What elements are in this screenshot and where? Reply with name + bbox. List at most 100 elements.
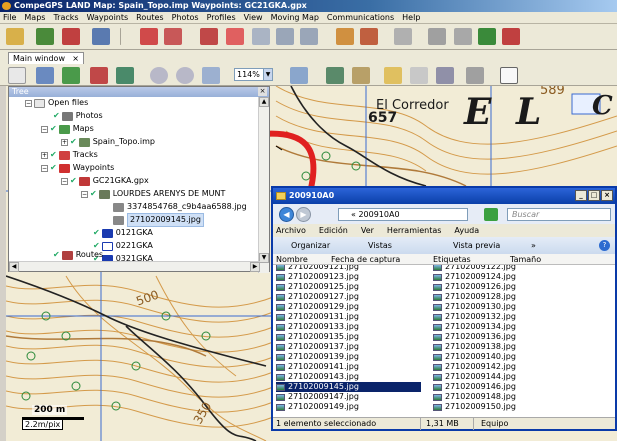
gps-icon[interactable]	[478, 28, 496, 45]
file-row[interactable]: 27102009147.jpg	[276, 392, 421, 402]
measure-icon[interactable]	[410, 67, 428, 84]
tree-node-0121gka[interactable]: ✔ 0121GKA	[93, 227, 153, 239]
collapse-icon[interactable]: −	[81, 190, 88, 198]
zoom-out-icon[interactable]	[176, 67, 194, 84]
tree-node-spain-topo[interactable]: + ✔ Spain_Topo.imp	[61, 136, 155, 148]
checkbox-icon[interactable]: ✔	[93, 227, 100, 239]
menu-archivo[interactable]: Archivo	[276, 224, 306, 237]
tab-close-icon[interactable]: ×	[72, 53, 79, 64]
file-row[interactable]: 27102009148.jpg	[433, 392, 553, 402]
grid-icon[interactable]	[326, 67, 344, 84]
tree-node-lourdes[interactable]: − ✔ LOURDES ARENYS DE MUNT	[81, 188, 225, 200]
file-row[interactable]: 27102009143.jpg	[276, 372, 421, 382]
menu-communications[interactable]: Communications	[327, 13, 394, 22]
menu-waypoints[interactable]: Waypoints	[87, 13, 129, 22]
map-icon[interactable]	[36, 28, 54, 45]
expand-icon[interactable]: +	[61, 138, 68, 146]
menu-view[interactable]: View	[244, 13, 263, 22]
checkbox-icon[interactable]: ✔	[90, 188, 97, 200]
zoom-dropdown-icon[interactable]: ▼	[263, 68, 273, 81]
checkbox-icon[interactable]: ✔	[50, 123, 57, 135]
menu-file[interactable]: File	[3, 13, 16, 22]
file-row[interactable]: 27102009149.jpg	[276, 402, 421, 412]
layers-icon[interactable]	[62, 67, 80, 84]
move-icon[interactable]	[90, 67, 108, 84]
views-button[interactable]: Vistas	[368, 237, 392, 254]
file-row[interactable]: 27102009139.jpg	[276, 352, 421, 362]
tree-node-gpx-file[interactable]: − ✔ GC21GKA.gpx	[61, 175, 149, 187]
checkbox-icon[interactable]: ✔	[50, 149, 57, 161]
menu-herramientas[interactable]: Herramientas	[387, 224, 442, 237]
tree-node-photos[interactable]: ✔ Photos	[53, 110, 103, 122]
fullscreen-icon[interactable]	[500, 67, 518, 84]
menu-ver[interactable]: Ver	[361, 224, 374, 237]
file-row[interactable]: 27102009140.jpg	[433, 352, 553, 362]
collapse-icon[interactable]: −	[61, 177, 68, 185]
back-icon[interactable]: ◀	[279, 207, 294, 222]
select-icon[interactable]	[36, 67, 54, 84]
file-row[interactable]: 27102009121.jpg	[276, 265, 421, 272]
collapse-icon[interactable]: −	[25, 99, 32, 107]
waypoint-icon[interactable]	[62, 28, 80, 45]
menu-edicion[interactable]: Edición	[319, 224, 348, 237]
undo-icon[interactable]	[394, 28, 412, 45]
file-row[interactable]: 27102009126.jpg	[433, 282, 553, 292]
forward-icon[interactable]: ▶	[296, 207, 311, 222]
zoom-level-field[interactable]: 114%	[234, 68, 264, 81]
edit-track-icon[interactable]	[164, 28, 182, 45]
tree-close-icon[interactable]: ×	[258, 87, 267, 96]
file-row[interactable]: 27102009150.jpg	[433, 402, 553, 412]
tree-node-waypoints[interactable]: − ✔ Waypoints	[41, 162, 114, 174]
column-tags[interactable]: Etiquetas	[433, 254, 471, 265]
tools-icon[interactable]	[336, 28, 354, 45]
menu-photos[interactable]: Photos	[172, 13, 199, 22]
tree-node-tracks[interactable]: + ✔ Tracks	[41, 149, 98, 161]
photo-icon[interactable]	[466, 67, 484, 84]
flag-icon[interactable]	[226, 28, 244, 45]
file-row[interactable]: 27102009138.jpg	[433, 342, 553, 352]
refresh-icon[interactable]	[202, 67, 220, 84]
menu-profiles[interactable]: Profiles	[207, 13, 236, 22]
go-icon[interactable]	[484, 208, 498, 221]
scroll-left-icon[interactable]: ◀	[9, 262, 19, 272]
file-row[interactable]: 27102009136.jpg	[433, 332, 553, 342]
tree-vertical-scrollbar[interactable]: ▲ ▼	[258, 97, 269, 273]
tab-main-window[interactable]: Main window ×	[8, 52, 84, 64]
track-icon[interactable]	[92, 28, 110, 45]
file-row[interactable]: 27102009124.jpg	[433, 272, 553, 282]
checkbox-icon[interactable]: ✔	[70, 175, 77, 187]
file-row[interactable]: 27102009141.jpg	[276, 362, 421, 372]
file-row[interactable]: 27102009135.jpg	[276, 332, 421, 342]
file-row[interactable]: 27102009125.jpg	[276, 282, 421, 292]
file-row[interactable]: 27102009145.jpg	[276, 382, 421, 392]
file-row[interactable]: 27102009127.jpg	[276, 292, 421, 302]
checkbox-icon[interactable]: ✔	[50, 162, 57, 174]
menu-moving-map[interactable]: Moving Map	[271, 13, 319, 22]
preview-button[interactable]: Vista previa	[453, 237, 500, 254]
profile-icon[interactable]	[436, 67, 454, 84]
address-field[interactable]: « 200910A0	[338, 208, 468, 221]
collapse-icon[interactable]: −	[41, 125, 48, 133]
file-row[interactable]: 27102009142.jpg	[433, 362, 553, 372]
search-input[interactable]: Buscar	[507, 208, 611, 221]
panel-icon[interactable]	[276, 28, 294, 45]
menu-routes[interactable]: Routes	[136, 13, 163, 22]
checkbox-icon[interactable]: ✔	[53, 110, 60, 122]
file-row[interactable]: 27102009133.jpg	[276, 322, 421, 332]
split-icon[interactable]	[300, 28, 318, 45]
minimize-icon[interactable]: _	[575, 190, 587, 201]
pan-icon[interactable]	[116, 67, 134, 84]
window-icon[interactable]	[252, 28, 270, 45]
file-row[interactable]: 27102009137.jpg	[276, 342, 421, 352]
maximize-icon[interactable]: □	[588, 190, 600, 201]
scroll-up-icon[interactable]: ▲	[259, 97, 269, 107]
more-commands-button[interactable]: »	[531, 237, 536, 254]
export-icon[interactable]	[454, 28, 472, 45]
tree-horizontal-scrollbar[interactable]: ◀ ▶	[9, 261, 260, 272]
column-name[interactable]: Nombre	[276, 254, 308, 265]
settings-icon[interactable]	[360, 28, 378, 45]
file-row[interactable]: 27102009131.jpg	[276, 312, 421, 322]
compass-icon[interactable]	[352, 67, 370, 84]
organize-button[interactable]: Organizar	[291, 237, 330, 254]
close-icon[interactable]: ×	[601, 190, 613, 201]
